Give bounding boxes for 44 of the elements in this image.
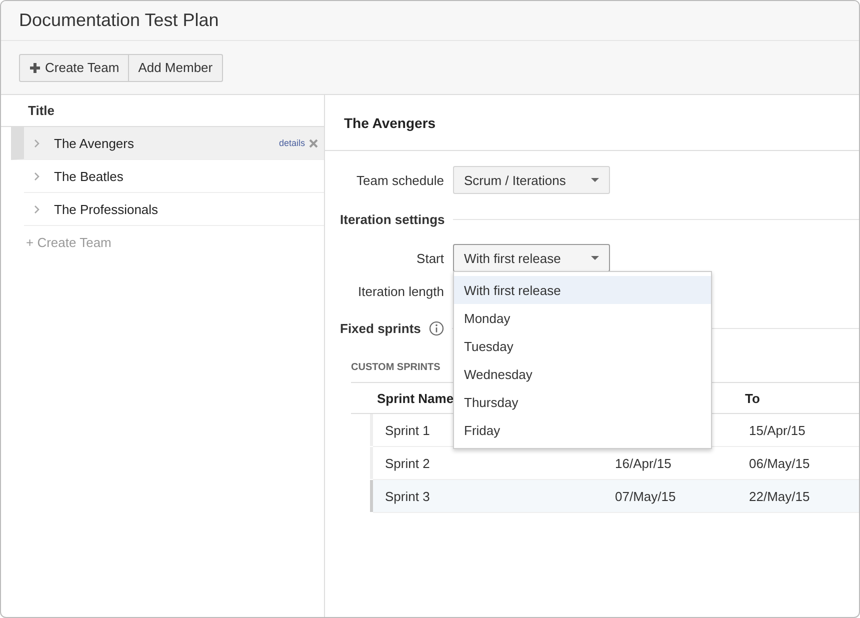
team-name: The Professionals (54, 202, 158, 216)
dropdown-option[interactable]: Friday (454, 416, 711, 444)
field-label: Start (416, 250, 444, 266)
team-row[interactable]: The Avengers details (11, 127, 324, 160)
team-name: The Avengers (54, 136, 134, 150)
dropdown-option[interactable]: Tuesday (454, 332, 711, 360)
dropdown-option[interactable]: Monday (454, 304, 711, 332)
window-title: Documentation Test Plan (19, 10, 219, 31)
table-cell: Sprint 3 (385, 488, 430, 504)
dropdown[interactable]: Scrum / Iterations (453, 166, 610, 194)
dropdown-option[interactable]: With first release (454, 276, 711, 304)
dropdown[interactable]: With first release (453, 244, 610, 272)
chevron-icon[interactable] (34, 138, 40, 148)
team-row[interactable]: The Professionals (24, 193, 324, 226)
caret-icon (591, 256, 599, 260)
table-cell: Sprint 2 (385, 456, 430, 470)
field-label: Team schedule (356, 172, 444, 188)
chevron-icon[interactable] (34, 204, 40, 214)
table-cell: Sprint 1 (385, 422, 430, 438)
section-heading: Iteration settings (340, 212, 445, 227)
toolbar-button[interactable]: Add Member (129, 54, 223, 82)
table-cell: 06/May/15 (749, 456, 810, 470)
team-row[interactable]: The Beatles (24, 160, 324, 193)
table-heading: CUSTOM SPRINTS (351, 362, 440, 373)
table-cell: 15/Apr/15 (749, 422, 806, 438)
panel-title: The Avengers (344, 114, 436, 130)
table-cell: 22/May/15 (749, 488, 810, 504)
column-header: To (745, 390, 760, 406)
plus-icon (29, 62, 41, 74)
dropdown-option[interactable]: Thursday (454, 388, 711, 416)
toolbar-button[interactable]: Create Team (19, 54, 130, 82)
close-icon[interactable] (309, 138, 318, 148)
details-link[interactable]: details (278, 138, 305, 148)
column-header: Sprint Name (377, 390, 454, 406)
chevron-icon[interactable] (34, 172, 40, 180)
info-icon[interactable] (428, 321, 444, 336)
section-heading: Fixed sprints (340, 321, 421, 336)
table-cell: 16/Apr/15 (615, 456, 672, 470)
column-header: Title (28, 103, 54, 118)
team-name: The Beatles (54, 168, 124, 184)
field-label: Iteration length (356, 284, 444, 298)
caret-icon (591, 178, 599, 182)
dropdown-option[interactable]: Wednesday (454, 360, 711, 388)
table-cell: 07/May/15 (615, 488, 676, 504)
